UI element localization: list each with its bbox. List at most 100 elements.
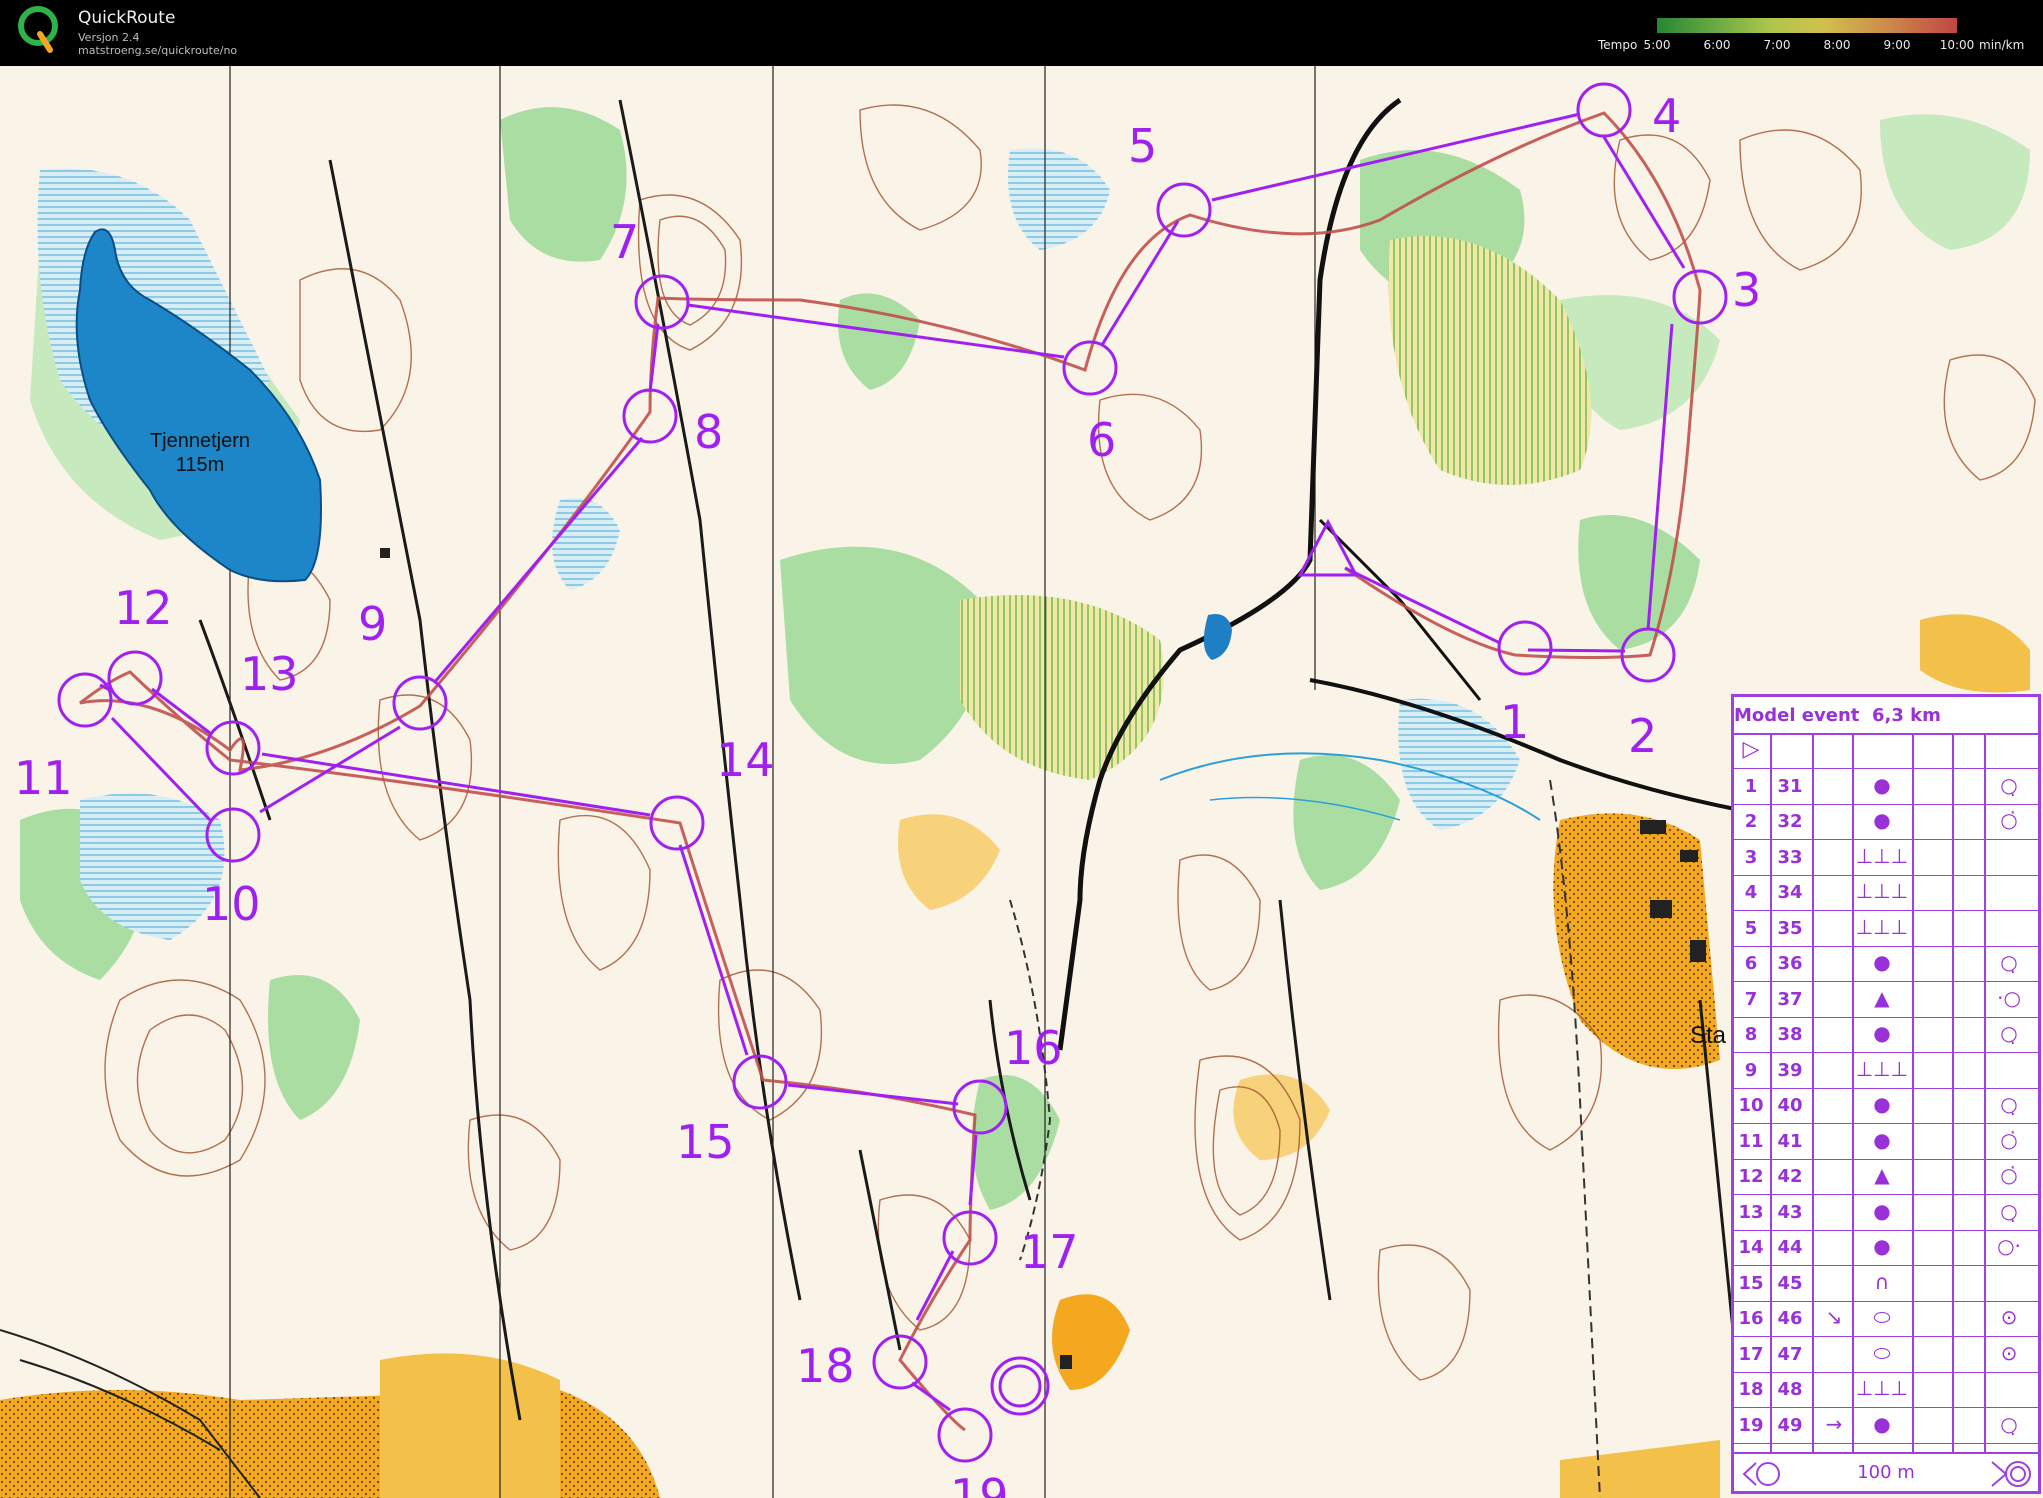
control-sequence: 17 — [1738, 1343, 1764, 1365]
tempo-tick: 8:00 — [1823, 38, 1851, 52]
card-row: 11 41 ● ○̇ — [1734, 1124, 2038, 1160]
control-sequence: 7 — [1744, 988, 1758, 1010]
app-version: Versjon 2.4 — [78, 31, 140, 44]
control-label: 7 — [610, 215, 639, 269]
lake-name: Tjennetjern — [150, 430, 250, 452]
control-code: 48 — [1777, 1379, 1803, 1400]
feature-symbol: ● — [1873, 1198, 1891, 1223]
card-row: 17 47 ⬭ ⊙ — [1734, 1337, 2038, 1373]
feature-symbol: ⬭ — [1873, 1340, 1891, 1365]
card-row: 1 31 ● ○̣ — [1734, 769, 2038, 805]
control-sequence: 12 — [1738, 1166, 1764, 1187]
control-label: 2 — [1628, 709, 1657, 763]
card-header: Model event 6,3 km — [1734, 697, 2038, 735]
card-grid-line — [1984, 733, 1986, 1453]
feature-symbol: ⊥⊥⊥ — [1855, 1376, 1909, 1400]
control-code: 32 — [1777, 811, 1803, 832]
control-code: 45 — [1777, 1272, 1803, 1294]
appearance-symbol: ○̇ — [2000, 1163, 2018, 1187]
feature-symbol: ● — [1873, 1411, 1891, 1436]
feature-symbol: ● — [1873, 1234, 1891, 1258]
control-code: 47 — [1777, 1343, 1803, 1365]
card-row: 6 36 ● ○̣ — [1734, 946, 2038, 982]
card-row: 18 48 ⊥⊥⊥ — [1734, 1372, 2038, 1408]
control-code: 31 — [1777, 775, 1803, 797]
feature-symbol: ● — [1873, 1127, 1891, 1152]
feature-symbol: ⬭ — [1873, 1305, 1891, 1329]
card-row: 2 32 ● ○̇ — [1734, 804, 2038, 840]
control-code: 34 — [1777, 882, 1803, 903]
card-footer: 100 m — [1734, 1452, 2038, 1494]
appearance-symbol: ○̣ — [2000, 1198, 2018, 1223]
tempo-unit: min/km — [1979, 38, 2025, 52]
finish-target-icon — [1991, 1461, 2031, 1487]
control-label: 12 — [114, 581, 173, 635]
control-code: 39 — [1777, 1059, 1803, 1081]
control-sequence: 5 — [1744, 917, 1758, 939]
lake-elevation: 115m — [176, 454, 225, 476]
control-label: 5 — [1128, 119, 1157, 173]
card-grid-line — [1770, 733, 1772, 1453]
appearance-symbol: ○̣ — [2000, 1021, 2018, 1045]
feature-symbol: ∩ — [1874, 1269, 1890, 1294]
feature-symbol: ● — [1873, 772, 1891, 797]
card-row: 16 46 ↘ ⬭ ⊙ — [1734, 1301, 2038, 1337]
control-label: 10 — [202, 877, 261, 931]
tempo-legend: Tempo 5:00 6:00 7:00 8:00 9:00 10:00 min… — [1590, 16, 2030, 56]
appearance-symbol: ○· — [1997, 1234, 2021, 1258]
card-grid-line — [1852, 733, 1854, 1453]
control-label: 11 — [14, 751, 73, 805]
control-code: 40 — [1777, 1095, 1803, 1116]
control-label: 17 — [1020, 1225, 1079, 1279]
control-sequence: 19 — [1738, 1414, 1764, 1436]
control-sequence: 9 — [1744, 1059, 1758, 1081]
feature-symbol: ● — [1873, 950, 1891, 974]
feature-symbol: ⊥⊥⊥ — [1855, 914, 1909, 939]
control-sequence: 15 — [1738, 1272, 1764, 1294]
control-code: 37 — [1777, 988, 1803, 1010]
card-grid-line — [1952, 733, 1954, 1453]
card-start-row: ▷ — [1734, 733, 2038, 769]
control-label: 4 — [1652, 89, 1681, 143]
card-row: 15 45 ∩ — [1734, 1266, 2038, 1302]
control-code: 38 — [1777, 1024, 1803, 1045]
control-label: 18 — [796, 1339, 855, 1393]
card-row: 14 44 ● ○· — [1734, 1230, 2038, 1266]
control-sequence: 11 — [1738, 1130, 1764, 1152]
card-grid-line — [1812, 733, 1814, 1453]
control-sequence: 10 — [1738, 1095, 1764, 1116]
feature-symbol: ● — [1873, 1021, 1891, 1045]
event-name: Model event — [1734, 705, 1860, 726]
control-label: 3 — [1732, 263, 1761, 317]
control-code: 43 — [1777, 1201, 1803, 1223]
direction-symbol: ↘ — [1825, 1305, 1843, 1329]
control-sequence: 1 — [1744, 775, 1758, 797]
appearance-symbol: ⊙ — [2000, 1340, 2018, 1365]
control-code: 36 — [1777, 953, 1803, 974]
control-label: 1 — [1500, 695, 1529, 749]
control-code: 33 — [1777, 846, 1803, 868]
control-sequence: 13 — [1738, 1201, 1764, 1223]
appearance-symbol: ○̇ — [2000, 808, 2018, 832]
control-label: 19 — [950, 1469, 1009, 1498]
control-code: 46 — [1777, 1308, 1803, 1329]
direction-symbol: → — [1825, 1411, 1843, 1436]
control-code: 49 — [1777, 1414, 1803, 1436]
control-label: 13 — [240, 647, 299, 701]
control-code: 41 — [1777, 1130, 1803, 1152]
quickroute-logo-icon — [18, 6, 58, 53]
control-label: 14 — [716, 733, 775, 787]
card-row: 3 33 ⊥⊥⊥ — [1734, 840, 2038, 876]
card-row: 12 42 ▲ ○̇ — [1734, 1159, 2038, 1195]
feature-symbol: ▲ — [1874, 1163, 1890, 1187]
tempo-tick: 5:00 — [1643, 38, 1671, 52]
tempo-color-bar — [1657, 18, 1957, 33]
appearance-symbol: ○̣ — [2000, 1411, 2018, 1436]
card-row: 4 34 ⊥⊥⊥ — [1734, 875, 2038, 911]
tempo-tick: 10:00 — [1939, 38, 1975, 52]
card-row: 10 40 ● ○̣ — [1734, 1088, 2038, 1124]
app-title: QuickRoute — [78, 8, 176, 28]
card-row: 8 38 ● ○̣ — [1734, 1017, 2038, 1053]
tempo-tick: 9:00 — [1883, 38, 1911, 52]
control-sequence: 2 — [1744, 811, 1758, 832]
